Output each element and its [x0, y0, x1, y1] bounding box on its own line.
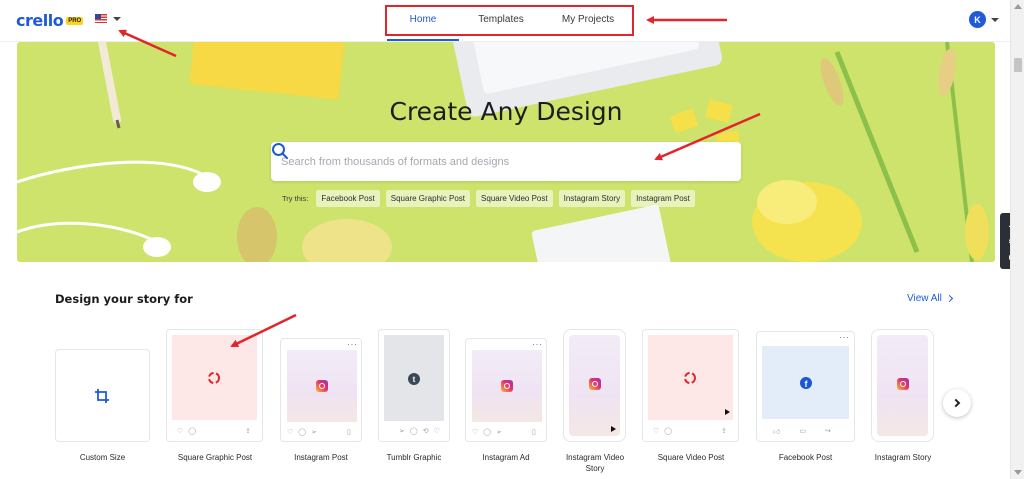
format-label: Instagram Story	[874, 453, 932, 462]
vertical-scrollbar[interactable]	[1010, 0, 1024, 479]
suggestion-chip[interactable]: Square Video Post	[476, 190, 553, 207]
search-box	[271, 142, 741, 181]
format-card-instagram-ad[interactable]: ··· ♡ ◯ ➢ ▯	[465, 338, 547, 442]
page: crello PRO Home Templates My Projects K	[0, 0, 1024, 479]
share-icon: ⇪	[245, 428, 251, 435]
try-this-label: Try this:	[282, 194, 309, 203]
language-selector[interactable]	[95, 14, 121, 23]
tumblr-icon: t	[408, 373, 420, 385]
hero-title: Create Any Design	[389, 97, 623, 126]
format-card-facebook-post[interactable]: ··· f 👍︎ ▭ ↪	[756, 331, 855, 442]
crello-logo[interactable]: crello PRO	[16, 11, 84, 30]
instagram-icon	[589, 378, 601, 390]
format-label: Custom Size	[79, 453, 126, 462]
instagram-icon	[501, 380, 513, 392]
format-card-instagram-story[interactable]	[871, 329, 934, 442]
pro-badge: PRO	[66, 16, 84, 25]
view-all-label: View All	[907, 293, 942, 304]
search-input[interactable]	[281, 142, 681, 181]
more-icon: ···	[532, 339, 543, 349]
share-icon: ⇪	[721, 428, 727, 435]
top-bar: crello PRO Home Templates My Projects K	[0, 0, 1010, 42]
chevron-right-icon	[945, 294, 953, 303]
format-label: Square Video Post	[657, 453, 725, 462]
instagram-icon	[316, 380, 328, 392]
format-label: Tumblr Graphic	[386, 453, 442, 462]
format-card-square-video-post[interactable]: ♡ ◯ ⇪	[642, 329, 739, 442]
crop-icon	[95, 389, 109, 403]
action-icons: ♡ ◯	[653, 428, 673, 435]
logo-text: crello	[16, 11, 64, 30]
chevron-down-icon	[113, 16, 121, 21]
scroll-down-icon[interactable]	[1014, 470, 1022, 475]
facebook-icon: f	[800, 377, 812, 389]
refresh-icon	[684, 372, 696, 384]
action-icons: ➢ ◯ ⟲ ♡	[399, 428, 440, 435]
format-card-instagram-post[interactable]: ··· ♡ ◯ ➢ ▯	[280, 338, 362, 442]
suggestions-row: Try this: Facebook Post Square Graphic P…	[282, 190, 695, 207]
action-icons: ♡ ◯	[177, 428, 197, 435]
format-label: Instagram Video Story	[565, 453, 625, 473]
format-card-tumblr-graphic[interactable]: t ➢ ◯ ⟲ ♡	[378, 329, 450, 442]
more-icon: ···	[347, 339, 358, 349]
play-icon	[725, 409, 730, 415]
format-card-square-graphic-post[interactable]: ♡ ◯ ⇪	[166, 329, 263, 442]
account-chevron-down-icon[interactable]	[991, 18, 999, 22]
chevron-right-icon	[951, 398, 961, 408]
scroll-up-icon[interactable]	[1014, 4, 1022, 9]
format-label: Instagram Post	[294, 453, 348, 462]
bookmark-icon: ▯	[532, 429, 536, 436]
format-card-instagram-video-story[interactable]	[563, 329, 626, 442]
action-icons: ♡ ◯ ➢	[472, 429, 502, 436]
carousel-next-button[interactable]	[943, 389, 971, 417]
us-flag-icon	[95, 14, 107, 23]
section-title: Design your story for	[55, 292, 193, 306]
avatar[interactable]: K	[969, 11, 986, 28]
format-label: Facebook Post	[778, 453, 833, 462]
suggestion-chip[interactable]: Facebook Post	[316, 190, 380, 207]
suggestion-chip[interactable]: Instagram Post	[631, 190, 695, 207]
play-icon	[611, 426, 616, 432]
suggestion-chip[interactable]: Instagram Story	[558, 190, 626, 207]
action-icons: 👍︎ ▭ ↪	[773, 428, 831, 436]
annotation-highlight-box	[385, 5, 634, 36]
format-label: Instagram Ad	[482, 453, 530, 462]
format-label: Square Graphic Post	[177, 453, 253, 462]
suggestion-chip[interactable]: Square Graphic Post	[385, 190, 471, 207]
action-icons: ♡ ◯ ➢	[287, 429, 317, 436]
instagram-icon	[897, 378, 909, 390]
view-all-link[interactable]: View All	[907, 293, 953, 304]
more-icon: ···	[839, 332, 850, 342]
search-icon[interactable]	[271, 142, 289, 160]
bookmark-icon: ▯	[347, 429, 351, 436]
refresh-icon	[208, 372, 220, 384]
hero-banner: Create Any Design Try this: Facebook Pos…	[17, 42, 995, 262]
scrollbar-thumb[interactable]	[1014, 58, 1022, 72]
format-card-custom-size[interactable]	[55, 349, 150, 442]
